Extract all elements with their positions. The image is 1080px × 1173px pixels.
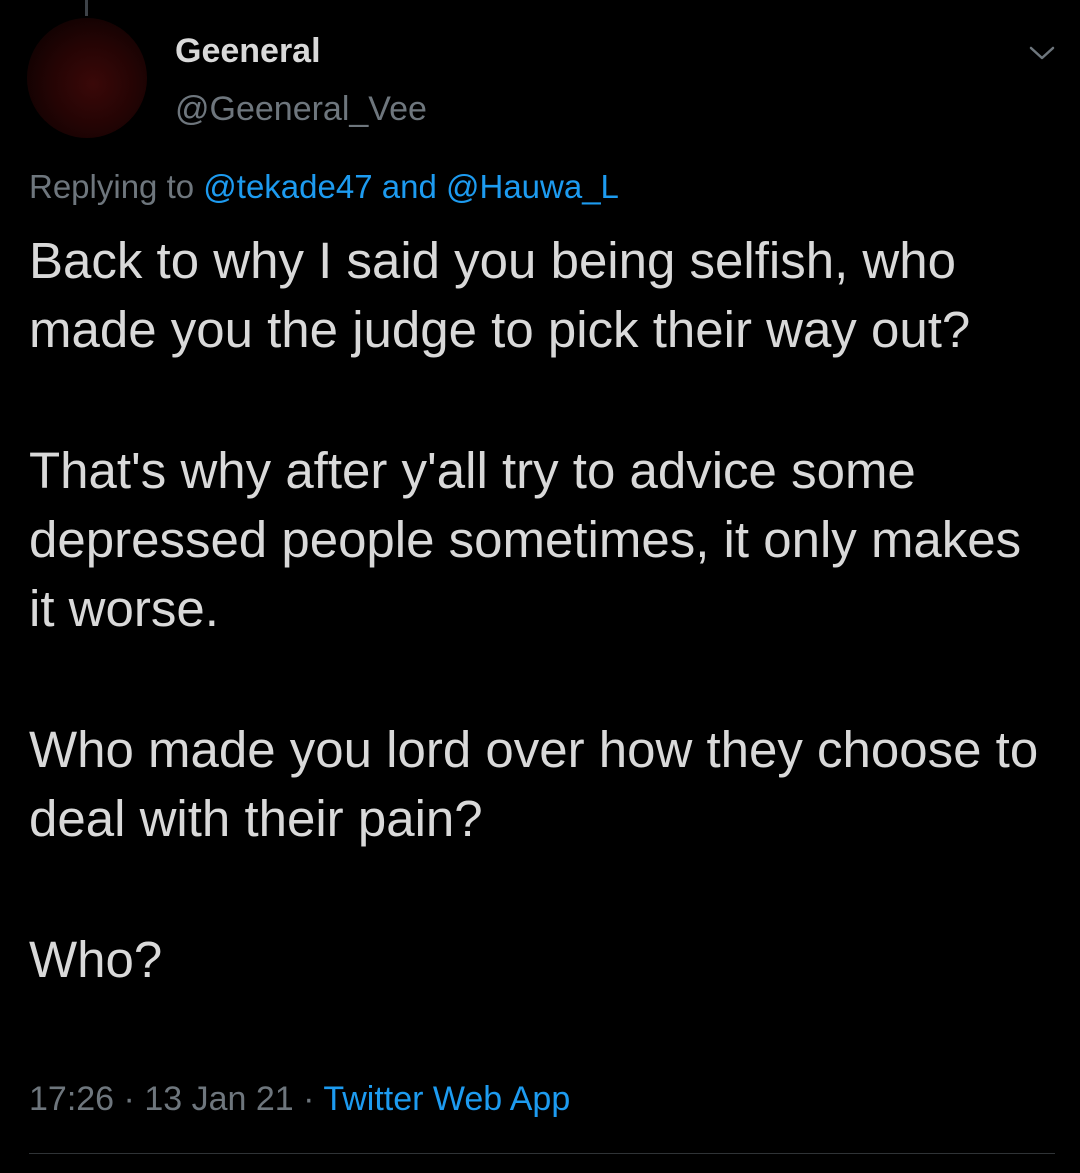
divider [29,1153,1055,1154]
tweet-paragraph: Who? [29,931,163,988]
author-handle[interactable]: @Geeneral_Vee [175,90,427,129]
replying-to-joiner: and [381,168,437,205]
tweet-paragraph: Back to why I said you being selfish, wh… [29,232,971,358]
thread-connector-line [85,0,88,16]
tweet-paragraph: Who made you lord over how they choose t… [29,721,1039,847]
tweet-time[interactable]: 17:26 [29,1080,114,1118]
meta-separator: · [123,1080,135,1118]
mention-link-hauwa[interactable]: @Hauwa_L [446,168,619,205]
chevron-down-icon[interactable] [1024,38,1060,68]
replying-to-line: Replying to @tekade47 and @Hauwa_L [29,168,619,206]
tweet-paragraph: That's why after y'all try to advice som… [29,442,1022,637]
mention-link-tekade47[interactable]: @tekade47 [203,168,372,205]
tweet-source-link[interactable]: Twitter Web App [323,1080,570,1118]
tweet-text: Back to why I said you being selfish, wh… [29,226,1059,994]
avatar[interactable] [27,18,147,138]
meta-separator: · [303,1080,315,1118]
author-display-name[interactable]: Geeneral [175,32,321,71]
tweet-date[interactable]: 13 Jan 21 [144,1080,293,1118]
tweet-metadata: 17:26 · 13 Jan 21 · Twitter Web App [29,1080,570,1119]
replying-to-prefix: Replying to [29,168,195,205]
